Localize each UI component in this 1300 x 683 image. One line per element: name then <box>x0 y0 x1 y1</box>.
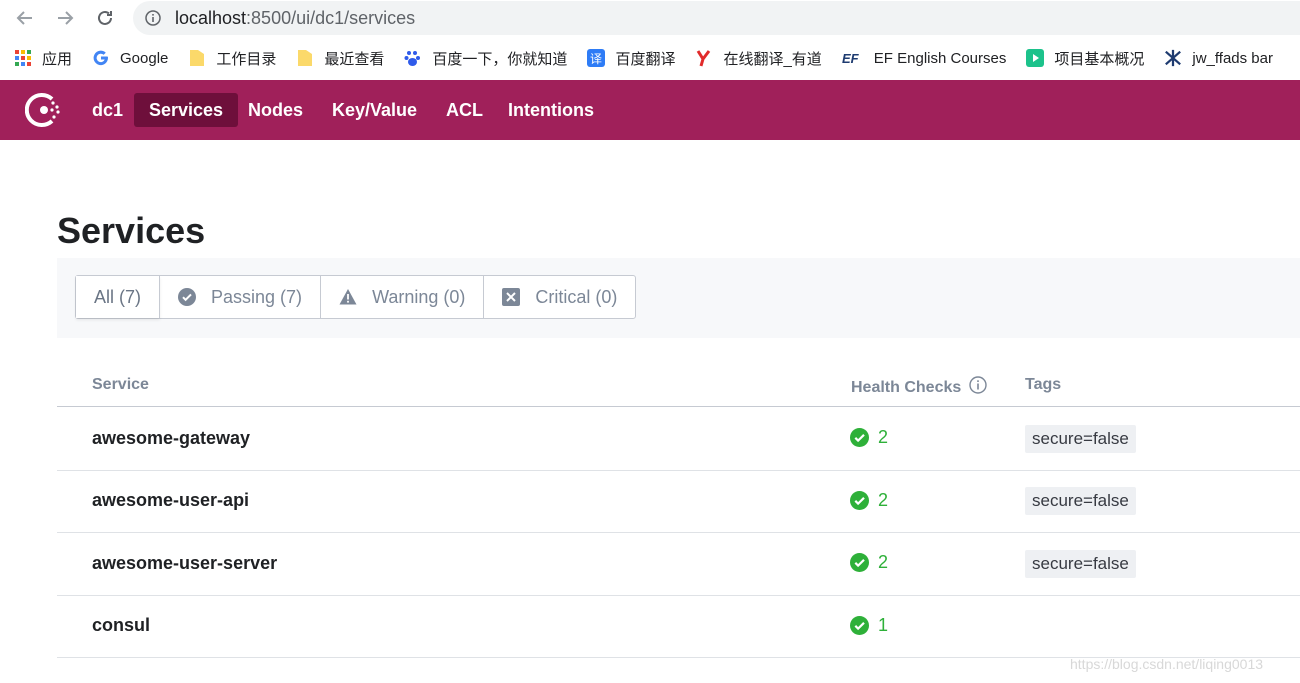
bookmark-label: 最近查看 <box>324 50 385 68</box>
health-check-count: 2 <box>878 427 889 447</box>
bookmark-baidu[interactable]: 百度一下，你就知道 <box>404 48 567 69</box>
check-circle-icon <box>850 553 869 572</box>
consul-logo-icon[interactable] <box>24 91 63 129</box>
x-square-icon <box>502 288 521 306</box>
row-divider <box>57 470 1300 471</box>
reload-icon[interactable] <box>92 6 118 30</box>
page-title: Services <box>57 210 206 251</box>
health-filter-group: All (7) Passing (7) Warning (0) Critical… <box>75 275 637 319</box>
check-circle-icon <box>850 491 869 510</box>
site-info-icon[interactable] <box>145 10 161 26</box>
health-check-count: 2 <box>878 490 889 510</box>
filter-passing[interactable]: Passing (7) <box>160 276 322 318</box>
bookmark-work-folder[interactable]: 工作目录 <box>188 48 276 69</box>
row-divider <box>57 595 1300 596</box>
health-check-count: 1 <box>878 615 889 635</box>
apps-grid-icon <box>14 49 32 67</box>
column-header-tags: Tags <box>1025 376 1062 393</box>
nav-acl[interactable]: ACL <box>431 93 498 127</box>
ef-icon: EF <box>842 49 864 67</box>
filter-label: Passing (7) <box>211 286 303 307</box>
address-bar[interactable]: localhost:8500/ui/dc1/services <box>133 1 1300 35</box>
browser-toolbar: localhost:8500/ui/dc1/services <box>0 0 1300 38</box>
consul-header: dc1 Services Nodes Key/Value ACL Intenti… <box>0 80 1300 140</box>
svg-text:EF: EF <box>842 51 860 65</box>
folder-icon <box>188 49 206 67</box>
forward-arrow-icon[interactable] <box>52 6 78 30</box>
filter-label: Critical (0) <box>535 286 618 307</box>
check-circle-icon <box>850 428 869 447</box>
bookmark-label: Google <box>120 49 169 67</box>
column-header-health-checks: Health Checks <box>851 376 987 399</box>
nav-nodes[interactable]: Nodes <box>233 93 318 127</box>
filter-label: All (7) <box>94 286 142 307</box>
bookmark-label: jw_ffads bar <box>1192 49 1273 67</box>
bookmark-label: 应用 <box>42 50 73 68</box>
check-circle-icon <box>850 616 869 635</box>
bookmark-apps[interactable]: 应用 <box>14 48 72 69</box>
back-arrow-icon[interactable] <box>12 6 38 30</box>
filter-warning[interactable]: Warning (0) <box>321 276 485 318</box>
service-name-link[interactable]: awesome-user-server <box>92 553 277 574</box>
service-name-link[interactable]: consul <box>92 615 150 636</box>
check-circle-icon <box>178 288 197 306</box>
bookmark-jw[interactable]: jw_ffads bar <box>1164 49 1273 67</box>
warning-triangle-icon <box>339 288 357 306</box>
bookmarks-bar: 应用 Google 工作目录 最近查看 百度一下，你就知道 译 百度翻译 在线翻… <box>0 38 1300 78</box>
health-check-count: 2 <box>878 552 889 572</box>
youdao-icon <box>695 49 713 67</box>
bookmark-label: 在线翻译_有道 <box>723 50 822 68</box>
bookmark-label: 工作目录 <box>216 50 277 68</box>
health-checks-passing: 2 <box>850 427 888 448</box>
filter-critical[interactable]: Critical (0) <box>484 276 635 318</box>
health-checks-passing: 2 <box>850 490 888 511</box>
row-divider <box>57 532 1300 533</box>
nav-key-value[interactable]: Key/Value <box>317 93 432 127</box>
watermark: https://blog.csdn.net/liqing0013 <box>1070 656 1264 672</box>
url-host: localhost <box>175 7 247 28</box>
bookmark-youdao[interactable]: 在线翻译_有道 <box>695 48 822 69</box>
service-name-link[interactable]: awesome-gateway <box>92 428 250 449</box>
column-header-service[interactable]: Service <box>92 376 149 394</box>
bookmark-project[interactable]: 项目基本概况 <box>1026 48 1144 69</box>
baidu-paw-icon <box>404 49 422 67</box>
service-tag: secure=false <box>1025 487 1136 515</box>
bookmark-label: 项目基本概况 <box>1054 50 1145 68</box>
bookmark-ef[interactable]: EF EF English Courses <box>842 49 1007 67</box>
bookmark-google[interactable]: Google <box>92 49 168 67</box>
nav-intentions[interactable]: Intentions <box>493 93 609 127</box>
bookmark-baidu-translate[interactable]: 译 百度翻译 <box>587 48 675 69</box>
bookmark-label: 百度翻译 <box>615 50 676 68</box>
folder-icon <box>296 49 314 67</box>
service-name-link[interactable]: awesome-user-api <box>92 490 249 511</box>
column-header-label: Health Checks <box>851 379 962 396</box>
filter-all[interactable]: All (7) <box>76 276 161 318</box>
jw-icon <box>1164 49 1182 67</box>
datacenter-selector[interactable]: dc1 <box>77 93 138 127</box>
filter-label: Warning (0) <box>372 286 466 307</box>
google-icon <box>92 49 110 67</box>
service-tag: secure=false <box>1025 550 1136 578</box>
svg-text:译: 译 <box>590 52 602 66</box>
table-header-divider <box>57 406 1300 407</box>
baidu-translate-icon: 译 <box>587 49 606 67</box>
nav-services[interactable]: Services <box>134 93 239 127</box>
health-checks-passing: 2 <box>850 552 888 573</box>
play-icon <box>1026 49 1045 67</box>
url-path: :8500/ui/dc1/services <box>246 7 416 28</box>
bookmark-label: EF English Courses <box>873 49 1007 67</box>
service-tag: secure=false <box>1025 425 1136 453</box>
url-text: localhost:8500/ui/dc1/services <box>175 8 415 29</box>
info-icon[interactable] <box>969 376 987 399</box>
bookmark-recent-folder[interactable]: 最近查看 <box>296 48 384 69</box>
bookmark-label: 百度一下，你就知道 <box>432 50 568 68</box>
health-checks-passing: 1 <box>850 615 888 636</box>
